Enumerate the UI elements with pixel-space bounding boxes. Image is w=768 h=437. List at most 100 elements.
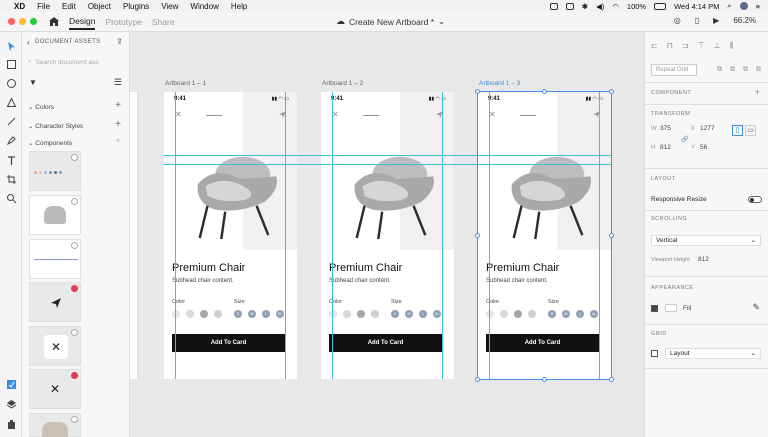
- exclude-icon[interactable]: ⧉: [756, 66, 761, 74]
- artboard-label[interactable]: Artboard 1 – 2: [322, 80, 363, 87]
- size-option[interactable]: L: [262, 310, 270, 318]
- filter-icon[interactable]: ▼: [29, 78, 37, 87]
- size-option[interactable]: XL: [433, 310, 441, 318]
- canvas[interactable]: Artboard 1 – 1 9:41 ▮▮ ◠ ▭ ✕ Premium Cha…: [130, 32, 644, 437]
- size-option[interactable]: S: [391, 310, 399, 318]
- colors-section[interactable]: ⌄ Colors: [28, 103, 54, 111]
- polygon-tool-icon[interactable]: [5, 96, 17, 108]
- grid-type-select[interactable]: Layout ⌄: [665, 348, 761, 359]
- repeat-grid-button[interactable]: Repeat Grid: [651, 64, 697, 76]
- menu-object[interactable]: Object: [88, 2, 111, 11]
- grid-checkbox[interactable]: [651, 350, 658, 357]
- line-tool-icon[interactable]: [5, 115, 17, 127]
- landscape-icon[interactable]: ▭: [745, 125, 756, 136]
- artboard[interactable]: 9:41 ▮▮ ◠ ▭ ✕ Premium Chair Subhead chai…: [164, 92, 297, 379]
- fill-color-swatch[interactable]: [665, 304, 677, 312]
- menu-view[interactable]: View: [161, 2, 178, 11]
- assets-panel-icon[interactable]: [5, 378, 17, 390]
- resize-handle[interactable]: [609, 233, 614, 238]
- tab-design[interactable]: Design: [69, 16, 96, 30]
- viewport-height-field[interactable]: 812: [698, 256, 709, 263]
- rectangle-tool-icon[interactable]: [5, 58, 17, 70]
- component-thumbnail[interactable]: [29, 282, 81, 322]
- size-option[interactable]: S: [234, 310, 242, 318]
- add-to-card-button[interactable]: Add To Card: [329, 334, 442, 352]
- align-middle-icon[interactable]: ⊥: [714, 41, 721, 51]
- menu-list-icon[interactable]: ≡: [756, 2, 760, 11]
- add-component-button[interactable]: +: [755, 87, 760, 97]
- resize-handle[interactable]: [475, 377, 480, 382]
- size-option[interactable]: L: [419, 310, 427, 318]
- component-thumbnail[interactable]: [29, 195, 81, 235]
- mobile-preview-icon[interactable]: ▯: [695, 16, 699, 25]
- close-window-button[interactable]: [8, 18, 15, 25]
- size-option[interactable]: M: [405, 310, 413, 318]
- dropbox-icon[interactable]: [565, 2, 574, 10]
- zoom-tool-icon[interactable]: [5, 192, 17, 204]
- battery-icon[interactable]: [654, 2, 667, 10]
- menu-file[interactable]: File: [37, 2, 50, 11]
- resize-handle[interactable]: [609, 377, 614, 382]
- maximize-window-button[interactable]: [30, 18, 37, 25]
- lock-aspect-icon[interactable]: 🔗: [681, 136, 688, 143]
- clock[interactable]: Wed 4:14 PM: [674, 2, 719, 11]
- pen-tool-icon[interactable]: [5, 134, 17, 146]
- menu-edit[interactable]: Edit: [62, 2, 76, 11]
- width-field[interactable]: 375: [660, 125, 671, 132]
- tab-prototype[interactable]: Prototype: [105, 17, 141, 27]
- add-to-card-button[interactable]: Add To Card: [172, 334, 285, 352]
- creative-cloud-icon[interactable]: [549, 2, 558, 10]
- color-swatch[interactable]: [200, 310, 208, 318]
- text-tool-icon[interactable]: [5, 154, 17, 166]
- home-icon[interactable]: [49, 17, 59, 26]
- menu-app-name[interactable]: XD: [14, 2, 25, 11]
- align-left-icon[interactable]: ⊏: [651, 41, 658, 51]
- align-top-icon[interactable]: ⊤: [698, 41, 705, 51]
- zoom-level[interactable]: 66.2%: [733, 16, 756, 25]
- artboard-label[interactable]: Artboard 1 – 3: [479, 80, 520, 87]
- artboard-partial[interactable]: [130, 92, 138, 379]
- portrait-icon[interactable]: ▯: [732, 125, 743, 136]
- resize-handle[interactable]: [542, 89, 547, 94]
- character-styles-section[interactable]: ⌄ Character Styles: [28, 122, 83, 130]
- user-icon[interactable]: ◎: [674, 16, 681, 25]
- resize-handle[interactable]: [475, 233, 480, 238]
- color-swatch[interactable]: [186, 310, 194, 318]
- resize-handle[interactable]: [609, 89, 614, 94]
- align-center-icon[interactable]: ⊓: [667, 41, 673, 51]
- chevron-left-icon[interactable]: ‹: [27, 38, 30, 47]
- color-swatch[interactable]: [371, 310, 379, 318]
- align-right-icon[interactable]: ⊐: [682, 41, 689, 51]
- component-thumbnail[interactable]: [29, 151, 81, 191]
- color-swatch[interactable]: [343, 310, 351, 318]
- x-field[interactable]: 1277: [700, 125, 714, 132]
- export-icon[interactable]: ⇪: [116, 37, 123, 46]
- resize-handle[interactable]: [475, 89, 480, 94]
- size-option[interactable]: M: [248, 310, 256, 318]
- artboard-label[interactable]: Artboard 1 – 1: [165, 80, 206, 87]
- volume-icon[interactable]: ◀): [596, 2, 604, 11]
- menu-plugins[interactable]: Plugins: [123, 2, 149, 11]
- height-field[interactable]: 812: [660, 144, 671, 151]
- bluetooth-icon[interactable]: ✱: [582, 2, 588, 11]
- y-field[interactable]: 56: [700, 144, 707, 151]
- avatar[interactable]: [739, 2, 748, 10]
- fill-checkbox[interactable]: [651, 305, 658, 312]
- add-icon[interactable]: ⧉: [717, 66, 722, 74]
- component-thumbnail[interactable]: ✕: [29, 369, 81, 409]
- list-view-icon[interactable]: ☰: [114, 77, 122, 88]
- resize-handle[interactable]: [542, 377, 547, 382]
- distribute-icon[interactable]: ⫼: [730, 41, 734, 51]
- add-component-button[interactable]: +: [115, 136, 121, 147]
- responsive-resize-toggle[interactable]: [748, 196, 762, 203]
- eyedropper-icon[interactable]: ✎: [752, 302, 760, 313]
- color-swatch[interactable]: [329, 310, 337, 318]
- add-character-style-button[interactable]: +: [115, 119, 121, 130]
- tab-share[interactable]: Share: [152, 17, 175, 27]
- component-thumbnail[interactable]: [29, 413, 81, 437]
- layers-icon[interactable]: [5, 398, 17, 410]
- play-icon[interactable]: ▶: [713, 16, 719, 25]
- intersect-icon[interactable]: ⧉: [743, 66, 748, 74]
- subtract-icon[interactable]: ⧉: [730, 66, 735, 74]
- size-option[interactable]: XL: [276, 310, 284, 318]
